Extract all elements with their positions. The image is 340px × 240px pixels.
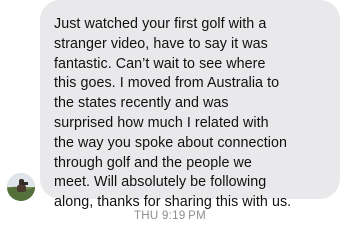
message-line: meet. Will absolutely be following	[54, 174, 267, 191]
message-line: Just watched your first golf with a	[54, 16, 267, 32]
message-line: surprised how much I related with	[54, 114, 269, 131]
message-line: stranger video, have to say it was	[54, 35, 268, 52]
message-line: this goes. I moved from Australia to	[54, 75, 280, 92]
message-timestamp: THU 9:19 PM	[133, 210, 207, 222]
sender-avatar[interactable]	[7, 173, 35, 201]
message-line: through golf and the people we	[54, 154, 252, 171]
incoming-message-bubble[interactable]: Just watched your first golf with a stra…	[40, 0, 340, 210]
message-line: the way you spoke about connection	[54, 134, 287, 151]
profile-photo-avatar-icon	[7, 173, 35, 201]
message-line: the states recently and was	[54, 95, 229, 112]
message-line: fantastic. Can’t wait to see where	[54, 55, 266, 72]
